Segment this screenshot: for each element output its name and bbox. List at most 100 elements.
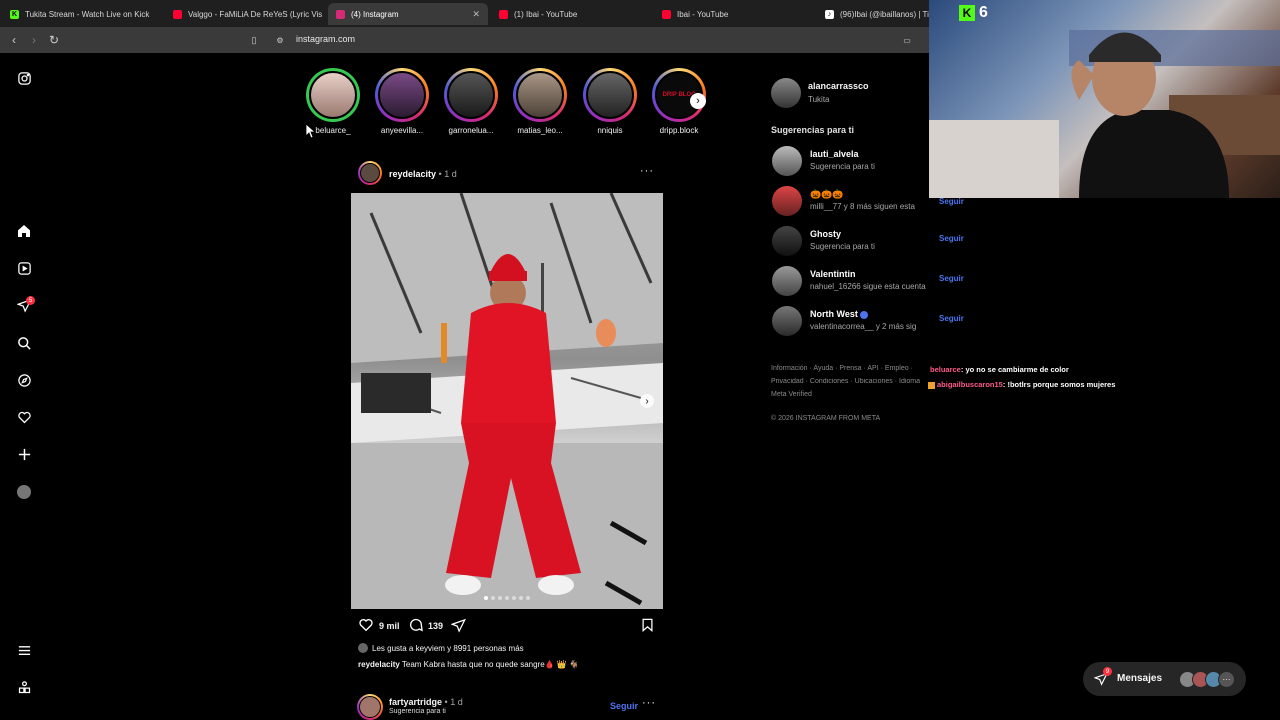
notification-badge: 5 bbox=[26, 296, 35, 305]
footer-links-3[interactable]: Meta Verified bbox=[771, 391, 812, 398]
current-profile-username[interactable]: alancarrassco bbox=[808, 81, 869, 91]
next-post-follow-button[interactable]: Seguir bbox=[610, 701, 638, 711]
suggestion-item: Ghosty Sugerencia para ti Seguir bbox=[772, 226, 972, 258]
browser-tab-tiktok[interactable]: ♪ (96)Ibai (@ibaillanos) | Tik bbox=[817, 3, 930, 25]
suggestion-avatar[interactable] bbox=[772, 146, 802, 176]
footer-links-1[interactable]: Información · Ayuda · Prensa · API · Emp… bbox=[771, 365, 913, 372]
post-image[interactable] bbox=[351, 193, 663, 609]
browser-tab-youtube-ibai-2[interactable]: Ibai - YouTube bbox=[654, 3, 814, 25]
browser-tab-instagram[interactable]: (4) Instagram ✕ bbox=[328, 3, 488, 25]
forward-icon[interactable]: › bbox=[26, 32, 42, 48]
story-ring bbox=[513, 68, 567, 122]
suggestion-subtitle: nahuel_16266 sigue esta cuenta bbox=[810, 282, 926, 291]
caption-username[interactable]: reydelacity bbox=[358, 660, 400, 669]
suggestion-username[interactable]: 🎃🎃🎃 bbox=[810, 189, 844, 200]
messages-badge: 9 bbox=[1103, 667, 1112, 676]
suggestion-username[interactable]: Valentintin bbox=[810, 269, 856, 279]
suggestion-username[interactable]: North West bbox=[810, 309, 858, 319]
url-field[interactable]: instagram.com bbox=[296, 34, 355, 44]
story-avatar bbox=[378, 71, 426, 119]
tab-title: (96)Ibai (@ibaillanos) | Tik bbox=[840, 9, 930, 19]
suggestions-title: Sugerencias para ti bbox=[771, 125, 855, 135]
kick-icon: K bbox=[10, 9, 19, 19]
footer-copyright: © 2026 INSTAGRAM FROM META bbox=[771, 415, 881, 422]
tiktok-icon: ♪ bbox=[825, 9, 834, 19]
post-photo-drawing bbox=[351, 193, 663, 609]
create-plus-icon[interactable] bbox=[14, 444, 34, 464]
kick-count: 6 bbox=[979, 4, 988, 21]
current-profile-avatar[interactable] bbox=[771, 78, 801, 108]
reels-icon[interactable] bbox=[14, 258, 34, 278]
story-item[interactable]: garronelua... bbox=[439, 68, 503, 135]
share-icon[interactable] bbox=[450, 618, 466, 635]
story-username: garronelua... bbox=[448, 126, 494, 135]
story-avatar bbox=[447, 71, 495, 119]
comment-icon[interactable] bbox=[408, 617, 424, 635]
post-username[interactable]: reydelacity bbox=[389, 169, 436, 179]
browser-tab-youtube-valggo[interactable]: Valggo - FaMiLiA De ReYeS (Lyric Vis bbox=[165, 3, 325, 25]
suggestion-item: North West valentinacorrea__ y 2 más sig… bbox=[772, 306, 972, 338]
heart-notifications-icon[interactable] bbox=[14, 407, 34, 427]
story-item[interactable]: anyeevilla... bbox=[370, 68, 434, 135]
suggestion-avatar[interactable] bbox=[772, 186, 802, 216]
post-author-avatar[interactable] bbox=[358, 161, 382, 185]
stories-next-icon[interactable]: › bbox=[690, 93, 706, 109]
site-settings-icon[interactable]: ⚙ bbox=[272, 32, 288, 48]
suggestion-subtitle: Sugerencia para ti bbox=[810, 242, 875, 251]
browser-tab-kick[interactable]: K Tukita Stream - Watch Live on Kick bbox=[2, 3, 162, 25]
browser-tab-youtube-ibai-1[interactable]: (1) Ibai - YouTube bbox=[491, 3, 651, 25]
tab-title: Valggo - FaMiLiA De ReYeS (Lyric Vis bbox=[188, 9, 323, 19]
youtube-icon bbox=[662, 9, 671, 19]
follow-button[interactable]: Seguir bbox=[939, 314, 964, 323]
tab-title: Ibai - YouTube bbox=[677, 9, 729, 19]
stream-chat-line: beluarce: yo no se cambiarme de color bbox=[930, 365, 1069, 374]
carousel-dots bbox=[484, 596, 530, 600]
home-icon[interactable] bbox=[14, 221, 34, 241]
comments-count[interactable]: 139 bbox=[428, 621, 443, 631]
follow-button[interactable]: Seguir bbox=[939, 274, 964, 283]
follow-button[interactable]: Seguir bbox=[939, 197, 964, 206]
suggestion-avatar[interactable] bbox=[772, 226, 802, 256]
close-tab-icon[interactable]: ✕ bbox=[472, 9, 480, 20]
kick-viewer-badge: K 6 bbox=[959, 4, 988, 22]
follow-button[interactable]: Seguir bbox=[939, 234, 964, 243]
threads-more-icon[interactable] bbox=[14, 677, 34, 697]
story-ring bbox=[306, 68, 360, 122]
suggestion-username[interactable]: Ghosty bbox=[810, 229, 841, 239]
tab-title: Tukita Stream - Watch Live on Kick bbox=[25, 9, 150, 19]
story-item[interactable]: nniquis bbox=[578, 68, 642, 135]
next-post-username[interactable]: fartyartridge bbox=[389, 697, 442, 707]
carousel-next-icon[interactable]: › bbox=[640, 394, 654, 408]
search-icon[interactable] bbox=[14, 333, 34, 353]
suggestion-username[interactable]: lauti_alvela bbox=[810, 149, 859, 159]
reload-icon[interactable]: ↻ bbox=[46, 32, 62, 48]
bookmark-icon[interactable]: ▯ bbox=[246, 32, 262, 48]
instagram-logo-icon[interactable] bbox=[14, 68, 34, 88]
post-time: 1 d bbox=[444, 169, 457, 179]
story-ring bbox=[444, 68, 498, 122]
menu-icon[interactable] bbox=[14, 640, 34, 660]
like-icon[interactable] bbox=[358, 617, 374, 635]
back-icon[interactable]: ‹ bbox=[6, 32, 22, 48]
cast-icon[interactable]: ▭ bbox=[899, 32, 915, 48]
stream-chat-line: abigailbuscaron15: !botlrs porque somos … bbox=[928, 380, 1115, 389]
next-post-avatar[interactable] bbox=[357, 694, 383, 720]
explore-icon[interactable] bbox=[14, 370, 34, 390]
messages-label: Mensajes bbox=[1117, 673, 1163, 684]
next-post-options-icon[interactable]: ··· bbox=[642, 697, 656, 709]
save-bookmark-icon[interactable] bbox=[640, 617, 655, 635]
story-username: nniquis bbox=[597, 126, 623, 135]
footer-links-2[interactable]: Privacidad · Condiciones · Ubicaciones ·… bbox=[771, 378, 931, 385]
liked-by-text[interactable]: Les gusta a keyviem y 8991 personas más bbox=[372, 644, 524, 653]
browser-tab-bar: K Tukita Stream - Watch Live on Kick Val… bbox=[0, 0, 930, 27]
post-options-icon[interactable]: ··· bbox=[640, 165, 654, 177]
messages-button[interactable]: 9 Mensajes ··· bbox=[1083, 662, 1246, 696]
likes-count[interactable]: 9 mil bbox=[379, 621, 400, 631]
suggestion-username-wrap: North West bbox=[810, 309, 869, 319]
suggestion-avatar[interactable] bbox=[772, 266, 802, 296]
next-post-time: 1 d bbox=[450, 697, 463, 707]
story-item[interactable]: matias_leo... bbox=[508, 68, 572, 135]
chat-badge-icon bbox=[928, 381, 935, 389]
suggestion-avatar[interactable] bbox=[772, 306, 802, 336]
profile-avatar-icon[interactable] bbox=[14, 482, 34, 502]
